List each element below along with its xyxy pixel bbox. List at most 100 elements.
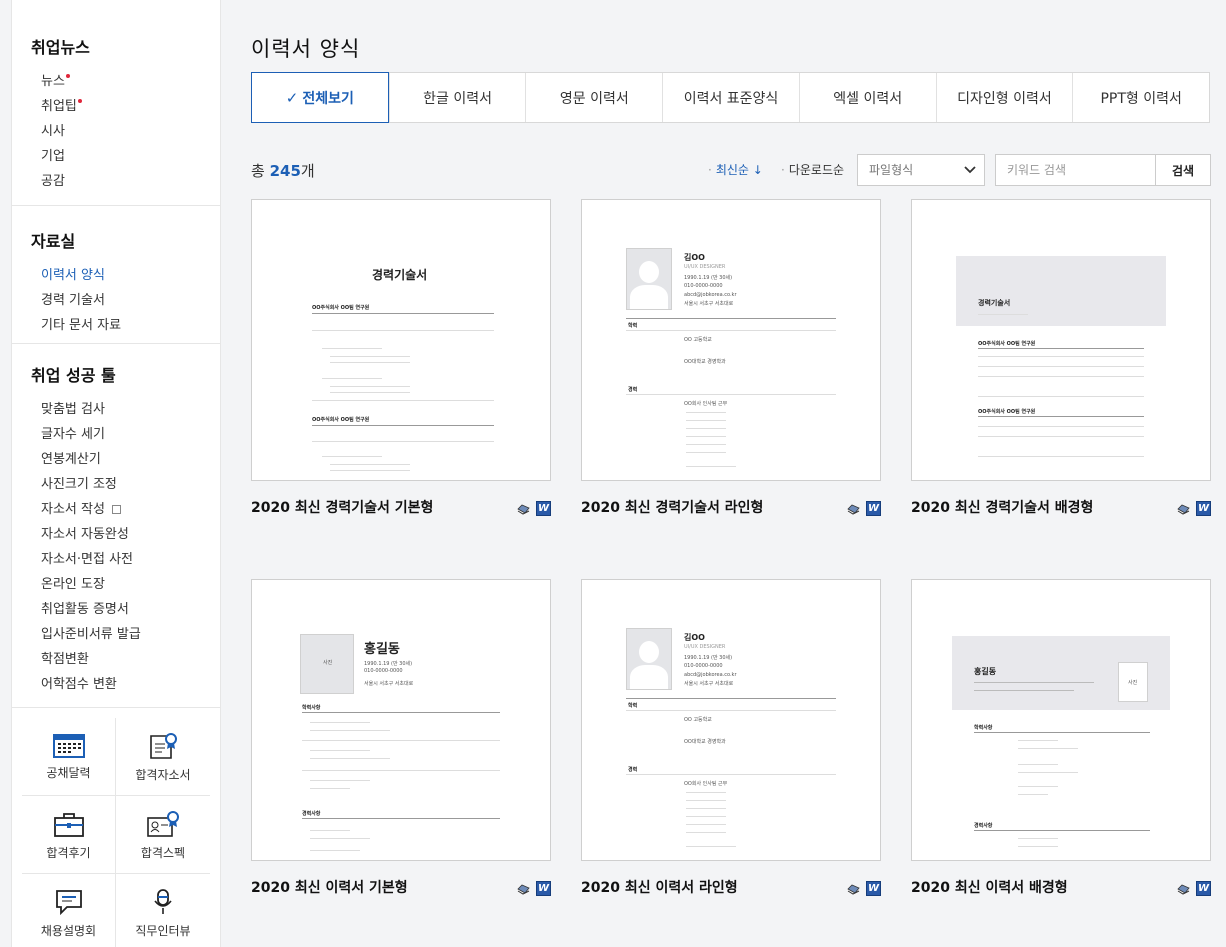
sidebar-item-gpa-convert[interactable]: 학점변환 <box>12 647 220 672</box>
sidebar-item-news[interactable]: 뉴스 <box>12 69 220 94</box>
sidebar-item-online-stamp[interactable]: 온라인 도장 <box>12 572 220 597</box>
template-title[interactable]: 2020 최신 경력기술서 배경형 <box>911 497 1211 517</box>
sidebar-item-company[interactable]: 기업 <box>12 144 220 169</box>
doc-section-label: 경력 <box>628 387 638 393</box>
doc-edu: OO 고등학교 <box>684 717 712 723</box>
sidebar-item-other-documents[interactable]: 기타 문서 자료 <box>12 313 220 338</box>
template-thumbnail[interactable]: 김OO UI/UX DESIGNER 1990.1.19 (만 30세) 010… <box>581 579 881 861</box>
template-thumbnail[interactable]: 사진 홍길동 학력사항 경력사항 <box>911 579 1211 861</box>
new-dot-icon <box>65 74 70 78</box>
speech-bubble-icon <box>55 890 82 916</box>
hwp-file-icon[interactable] <box>516 501 531 516</box>
template-card: 사진 홍길동 학력사항 경력사항 2020 최신 이력서 배경형 W <box>911 579 1211 897</box>
shortcut-recruit-calendar[interactable]: 공채달력 <box>22 718 116 796</box>
sidebar-item-photo-resize[interactable]: 사진크기 조정 <box>12 472 220 497</box>
sidebar-item-language-score-convert[interactable]: 어학점수 변환 <box>12 672 220 697</box>
sidebar-item-interview-dictionary[interactable]: 자소서·면접 사전 <box>12 547 220 572</box>
file-format-icons: W <box>516 501 551 516</box>
doc-section-label: 경력 <box>628 767 638 773</box>
word-file-icon[interactable]: W <box>536 501 551 516</box>
popup-icon <box>111 505 121 514</box>
sidebar-item-cover-letter-autocomplete[interactable]: 자소서 자동완성 <box>12 522 220 547</box>
sidebar-item-resume-forms[interactable]: 이력서 양식 <box>12 263 220 288</box>
sidebar-item-salary-calc[interactable]: 연봉계산기 <box>12 447 220 472</box>
doc-edu: OO 고등학교 <box>684 337 712 343</box>
tab-design-resume[interactable]: 디자인형 이력서 <box>935 73 1073 122</box>
file-format-icons: W <box>846 881 881 896</box>
sidebar-section-news: 취업뉴스 뉴스 취업팁 시사 기업 공감 <box>12 0 220 206</box>
sort-downloads[interactable]: · 다운로드순 <box>781 161 844 178</box>
shortcut-label: 직무인터뷰 <box>135 924 191 938</box>
tab-excel-resume[interactable]: 엑셀 이력서 <box>798 73 936 122</box>
template-thumbnail[interactable]: 사진 홍길동 1990.1.19 (만 30세) 010-0000-0000 서… <box>251 579 551 861</box>
sidebar-item-tips[interactable]: 취업팁 <box>12 94 220 119</box>
briefcase-icon <box>53 813 84 837</box>
doc-section-label: 학력사항 <box>302 705 321 711</box>
hwp-file-icon[interactable] <box>1176 881 1191 896</box>
photo-label: 사진 <box>1128 680 1138 686</box>
sort-latest[interactable]: · 최신순 ↓ <box>708 161 763 178</box>
sidebar-item-cover-letter-writer[interactable]: 자소서 작성 <box>12 497 220 522</box>
shortcut-label: 채용설명회 <box>40 924 97 938</box>
shortcut-passed-cover-letter[interactable]: 합격자소서 <box>116 718 210 796</box>
sidebar-item-job-activity-cert[interactable]: 취업활동 증명서 <box>12 597 220 622</box>
template-title[interactable]: 2020 최신 경력기술서 기본형 <box>251 497 551 517</box>
doc-section-label: 학력사항 <box>974 725 993 731</box>
file-format-icons: W <box>1176 881 1211 896</box>
doc-birth: 1990.1.19 (만 30세) <box>684 655 733 661</box>
template-title[interactable]: 2020 최신 경력기술서 라인형 <box>581 497 881 517</box>
hwp-file-icon[interactable] <box>846 881 861 896</box>
sidebar-item-char-count[interactable]: 글자수 세기 <box>12 422 220 447</box>
new-dot-icon <box>77 99 82 103</box>
word-file-icon[interactable]: W <box>1196 881 1211 896</box>
id-card-badge-icon <box>147 811 179 837</box>
word-file-icon[interactable]: W <box>1196 501 1211 516</box>
sidebar-item-label: 뉴스 <box>41 74 65 89</box>
shortcut-pass-spec[interactable]: 합격스펙 <box>116 796 210 874</box>
sidebar-section-resources: 자료실 이력서 양식 경력 기술서 기타 문서 자료 <box>12 206 220 344</box>
shortcut-job-interview[interactable]: 직무인터뷰 <box>116 874 210 947</box>
sidebar-item-document-issue[interactable]: 입사준비서류 발급 <box>12 622 220 647</box>
doc-section-label: 경력사항 <box>302 811 321 817</box>
tab-ppt-resume[interactable]: PPT형 이력서 <box>1072 73 1209 122</box>
file-format-icons: W <box>846 501 881 516</box>
sidebar-item-empathy[interactable]: 공감 <box>12 169 220 194</box>
tab-hangul-resume[interactable]: 한글 이력서 <box>388 73 526 122</box>
sidebar-news-title: 취업뉴스 <box>31 38 90 57</box>
word-file-icon[interactable]: W <box>536 881 551 896</box>
search-input[interactable] <box>995 154 1155 186</box>
sidebar-item-label: 자소서 작성 <box>41 502 105 517</box>
template-title[interactable]: 2020 최신 이력서 라인형 <box>581 877 881 897</box>
sidebar-item-spell-check[interactable]: 맞춤법 검사 <box>12 397 220 422</box>
page-title: 이력서 양식 <box>251 37 361 61</box>
search-button[interactable]: 검색 <box>1155 154 1211 186</box>
file-format-select[interactable]: 파일형식 <box>857 154 985 186</box>
tab-all[interactable]: ✓ 전체보기 <box>251 72 389 123</box>
template-title[interactable]: 2020 최신 이력서 배경형 <box>911 877 1211 897</box>
template-thumbnail[interactable]: 김OO UI/UX DESIGNER 1990.1.19 (만 30세) 010… <box>581 199 881 481</box>
file-format-icons: W <box>1176 501 1211 516</box>
template-thumbnail[interactable]: 경력기술서 OO주식회사 OO팀 연구원 OO주식회사 OO팀 연구원 <box>911 199 1211 481</box>
doc-company: OO주식회사 OO팀 연구원 <box>978 341 1036 347</box>
doc-address: 서울시 서초구 서초대로 <box>364 681 414 687</box>
tab-standard-resume[interactable]: 이력서 표준양식 <box>662 73 799 122</box>
template-title[interactable]: 2020 최신 이력서 기본형 <box>251 877 551 897</box>
sidebar-item-career-description[interactable]: 경력 기술서 <box>12 288 220 313</box>
word-file-icon[interactable]: W <box>866 501 881 516</box>
shortcut-pass-review[interactable]: 합격후기 <box>22 796 116 874</box>
document-preview: 사진 홍길동 1990.1.19 (만 30세) 010-0000-0000 서… <box>252 580 550 860</box>
check-icon: ✓ <box>285 88 299 107</box>
tab-english-resume[interactable]: 영문 이력서 <box>525 73 662 122</box>
doc-birth: 1990.1.19 (만 30세) <box>684 275 733 281</box>
document-preview: 김OO UI/UX DESIGNER 1990.1.19 (만 30세) 010… <box>582 200 880 480</box>
hwp-file-icon[interactable] <box>846 501 861 516</box>
doc-email: abcd@jobkorea.co.kr <box>684 292 737 298</box>
photo-placeholder-icon: 사진 <box>300 634 354 694</box>
shortcut-job-fair[interactable]: 채용설명회 <box>22 874 116 947</box>
hwp-file-icon[interactable] <box>516 881 531 896</box>
doc-birth: 1990.1.19 (만 30세) <box>364 661 413 667</box>
hwp-file-icon[interactable] <box>1176 501 1191 516</box>
template-thumbnail[interactable]: 경력기술서 OO주식회사 OO팀 연구원 OO주식회사 OO팀 연구원 <box>251 199 551 481</box>
sidebar-item-current-affairs[interactable]: 시사 <box>12 119 220 144</box>
word-file-icon[interactable]: W <box>866 881 881 896</box>
